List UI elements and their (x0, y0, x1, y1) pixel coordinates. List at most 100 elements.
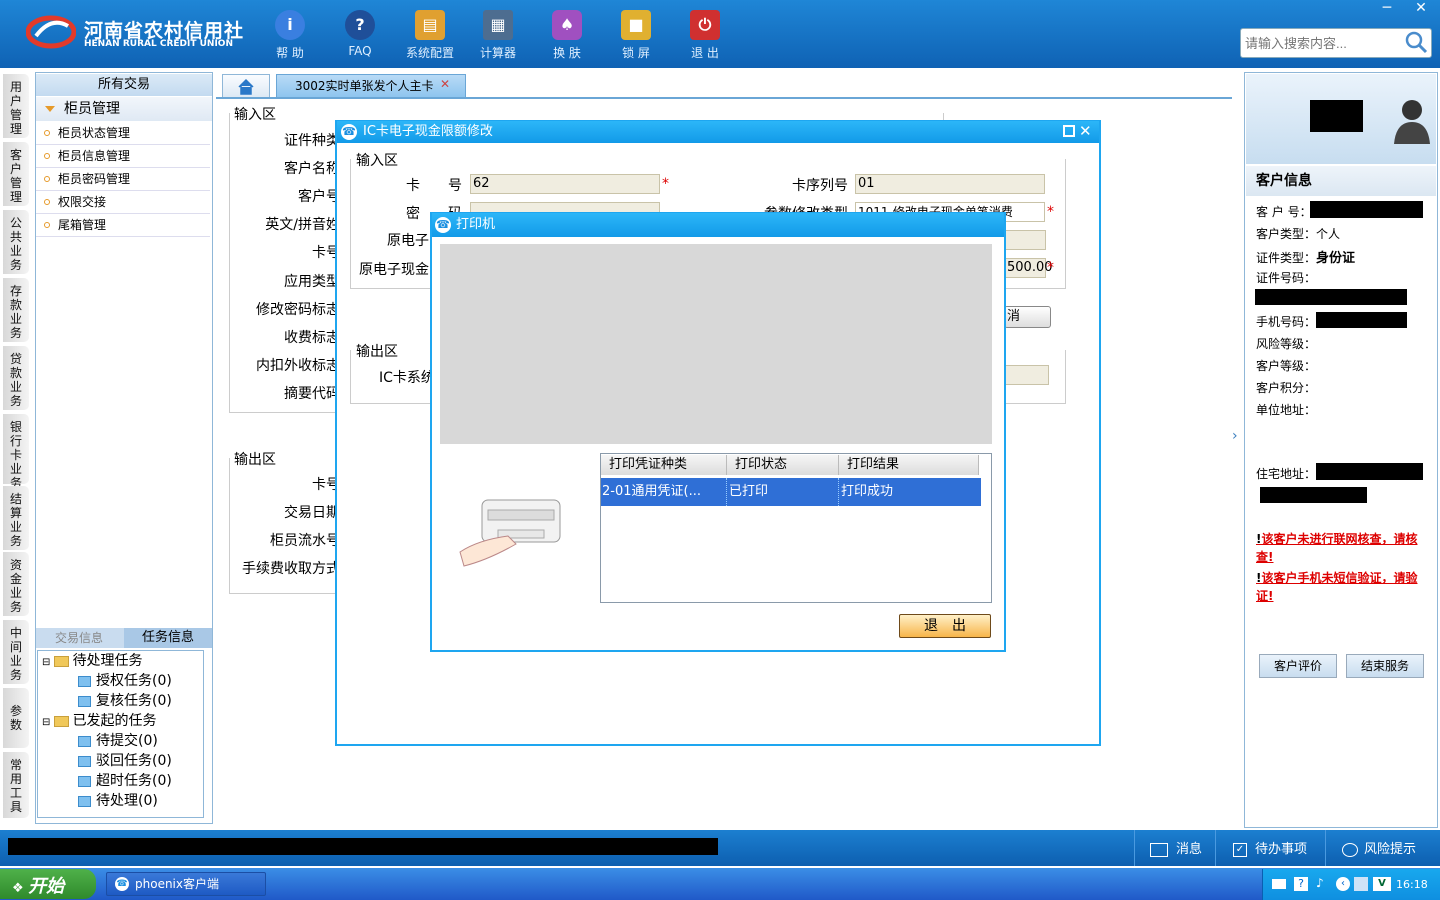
help-tray-icon[interactable]: ? (1294, 877, 1308, 891)
redacted-address (1316, 463, 1423, 480)
customer-info-title: 客户信息 (1246, 166, 1436, 196)
tree-leaf-rejected[interactable]: 驳回任务(0) (38, 751, 203, 771)
ime-icon[interactable]: V (1373, 877, 1391, 891)
label-out-fee-method: 手续费收取方式 (242, 561, 340, 577)
close-tab-icon[interactable]: ✕ (440, 77, 454, 93)
settings-button[interactable]: ▤ 系统配置 (395, 8, 465, 64)
amount-input[interactable]: 500.00 (1004, 258, 1053, 278)
mail-icon (1150, 842, 1168, 857)
windows-logo-icon: ❖ (12, 881, 29, 896)
tab-home[interactable] (222, 74, 270, 98)
collapse-right-icon[interactable]: › (1232, 428, 1242, 468)
vnav-loan[interactable]: 贷款业务 (3, 346, 29, 410)
redacted-id-no (1255, 289, 1407, 305)
vnav-tools[interactable]: 常用工具 (3, 752, 29, 818)
label-app-type: 应用类型 (284, 274, 340, 290)
home-icon (238, 78, 254, 95)
ic-limit-dialog-title: ☎ IC卡电子现金限额修改 (337, 121, 1099, 143)
required-mark: * (662, 176, 669, 192)
exit-app-button[interactable]: ⏻ 退 出 (670, 8, 740, 64)
brand-name-en: HENAN RURAL CREDIT UNION (84, 39, 233, 49)
redacted-address-2 (1260, 487, 1367, 503)
label-english-name: 英文/拼音姓 (265, 217, 340, 233)
tree-leaf-todo[interactable]: 待处理(0) (38, 791, 203, 811)
col-print-status: 打印状态 (727, 455, 839, 475)
tab-current-transaction[interactable]: 3002实时单张发个人主卡 (276, 74, 466, 98)
cell-print-result: 打印成功 (841, 484, 894, 499)
tree-leaf-review[interactable]: 复核任务(0) (38, 691, 203, 711)
dlg1-ic-label: IC卡系统 (379, 370, 435, 386)
maximize-dialog-icon[interactable] (1063, 125, 1075, 137)
vnav-public[interactable]: 公共业务 (3, 210, 29, 274)
tab-task-info[interactable]: 任务信息 (124, 628, 212, 648)
label-out-date: 交易日期 (284, 505, 340, 521)
bullet-icon (44, 199, 50, 205)
teller-management-group[interactable]: 柜员管理 (36, 97, 212, 121)
chevron-left-icon[interactable]: ‹ (1336, 877, 1350, 891)
label-change-pwd: 修改密码标志 (256, 302, 340, 318)
keyboard-icon[interactable] (1272, 879, 1286, 889)
dlg1-card-label: 卡 号 (406, 178, 462, 194)
vnav-settle[interactable]: 结算业务 (3, 486, 29, 550)
clock: 16:18 (1396, 878, 1428, 891)
messages-button[interactable]: 消息 (1150, 838, 1202, 857)
customer-evaluate-button[interactable]: 客户评价 (1259, 654, 1337, 678)
cell-voucher-type: 2-01通用凭证(... (601, 478, 727, 506)
tree-leaf-submit[interactable]: 待提交(0) (38, 731, 203, 751)
tree-node-pending[interactable]: ⊟ 待处理任务 (38, 651, 203, 671)
close-window-button[interactable]: ✕ (1408, 0, 1434, 18)
label-out-card: 卡号 (312, 477, 340, 493)
vnav-fund[interactable]: 资金业务 (3, 552, 29, 616)
printer-dialog-title: ☎ 打印机 (432, 213, 1004, 237)
vnav-deposit[interactable]: 存款业务 (3, 278, 29, 342)
menu-teller-password[interactable]: 柜员密码管理 (36, 168, 210, 191)
table-row[interactable]: 2-01通用凭证(... 已打印 打印成功 (601, 478, 981, 506)
menu-tail-box[interactable]: 尾箱管理 (36, 214, 210, 237)
orig-limit-input[interactable] (1004, 230, 1046, 250)
question-icon: ? (345, 10, 375, 40)
card-seq-input[interactable]: 01 (855, 174, 1045, 194)
vnav-param[interactable]: 参数 (3, 688, 29, 748)
folder-icon (78, 735, 91, 747)
taskbar-app-phoenix[interactable]: ☎ phoenix客户端 (106, 872, 266, 896)
folder-icon (78, 775, 91, 787)
vnav-customer[interactable]: 客户管理 (3, 142, 29, 206)
tree-node-initiated[interactable]: ⊟ 已发起的任务 (38, 711, 203, 731)
vnav-middle[interactable]: 中间业务 (3, 620, 29, 684)
close-dialog-icon[interactable]: ✕ (1079, 122, 1092, 140)
menu-teller-info[interactable]: 柜员信息管理 (36, 145, 210, 168)
search-icon[interactable] (1404, 30, 1428, 54)
vnav-card[interactable]: 银行卡业务 (3, 414, 29, 490)
tree-leaf-auth[interactable]: 授权任务(0) (38, 671, 203, 691)
speaker-icon[interactable]: ♪ (1316, 876, 1324, 890)
cancel-button[interactable]: 消 (1004, 306, 1051, 328)
ic-output-field (1004, 365, 1049, 385)
minimize-button[interactable]: ─ (1374, 0, 1400, 18)
warning-network-check[interactable]: !该客户未进行联网核查，请核查! (1256, 530, 1434, 566)
power-icon: ⏻ (690, 10, 720, 40)
vnav-user[interactable]: 用户管理 (3, 74, 29, 138)
risk-alert-button[interactable]: 风险提示 (1342, 838, 1416, 857)
card-number-input[interactable]: 62 (470, 174, 660, 194)
cust-points-label: 客户积分： (1256, 381, 1317, 395)
toolbox-icon: ▤ (415, 10, 445, 40)
todo-button[interactable]: ✓ 待办事项 (1233, 838, 1307, 857)
folder-icon (78, 675, 91, 687)
app-logo-icon: ☎ (435, 217, 451, 233)
info-icon: i (275, 10, 305, 40)
help-button[interactable]: i帮 助 (255, 8, 325, 64)
menu-permission-handover[interactable]: 权限交接 (36, 191, 210, 214)
exit-button[interactable]: 退出 (899, 614, 991, 638)
network-icon[interactable] (1354, 877, 1368, 891)
menu-teller-status[interactable]: 柜员状态管理 (36, 122, 210, 145)
lock-icon: ■ (621, 10, 651, 40)
skin-button[interactable]: ♠ 换 肤 (532, 8, 602, 64)
warning-sms-verify[interactable]: !该客户手机未短信验证，请验证! (1256, 569, 1434, 605)
start-button[interactable]: ❖ 开始 (0, 869, 96, 899)
tree-leaf-timeout[interactable]: 超时任务(0) (38, 771, 203, 791)
lock-button[interactable]: ■ 锁 屏 (601, 8, 671, 64)
calculator-button[interactable]: ▦ 计算器 (463, 8, 533, 64)
tab-transaction-info[interactable]: 交易信息 (36, 628, 122, 648)
end-service-button[interactable]: 结束服务 (1346, 654, 1424, 678)
faq-button[interactable]: ? FAQ (325, 8, 395, 64)
